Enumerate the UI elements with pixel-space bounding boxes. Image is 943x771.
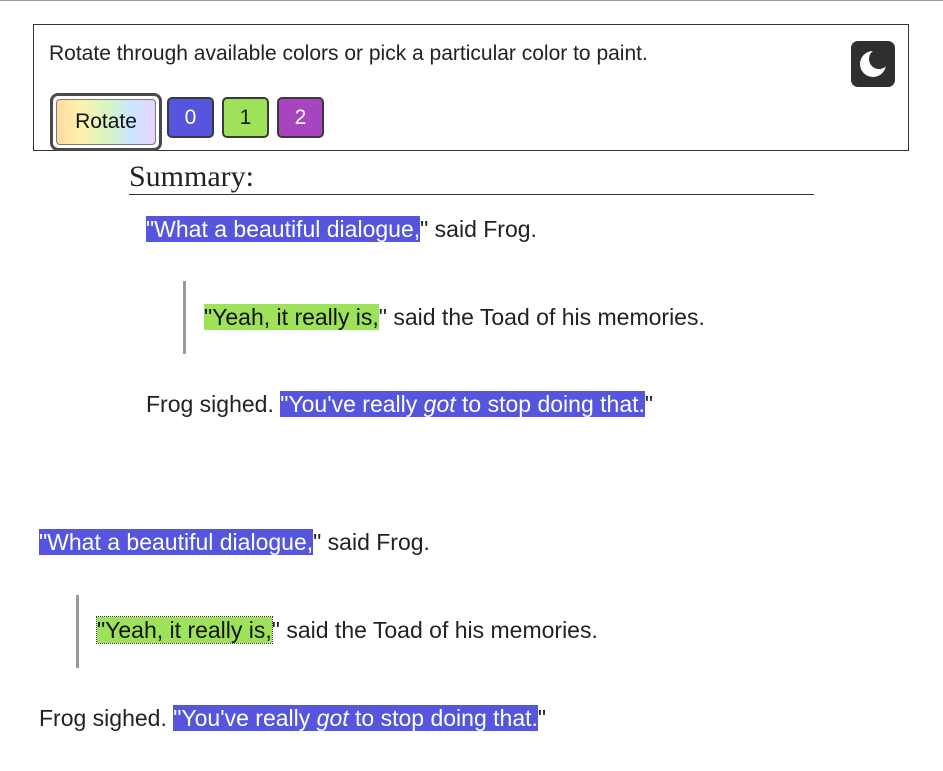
emphasis-text: got [423, 391, 456, 417]
blockquote-bar [183, 281, 186, 354]
summary-dialogue-line-1: "What a beautiful dialogue," said Frog. [146, 216, 537, 243]
dialogue-text: " [644, 391, 654, 417]
body-dialogue-line-3: Frog sighed. "You've really got to stop … [39, 705, 546, 732]
dialogue-text: " said the Toad of his memories. [378, 304, 705, 330]
dialogue-text: " said the Toad of his memories. [271, 617, 598, 643]
summary-dialogue-line-3: Frog sighed. "You've really got to stop … [146, 391, 653, 418]
dialogue-text: " said Frog. [420, 216, 537, 242]
blockquote-bar [76, 595, 79, 668]
dialogue-text: " [537, 705, 547, 731]
summary-dialogue-line-2: "Yeah, it really is," said the Toad of h… [204, 304, 705, 331]
highlight-green-focused[interactable]: "Yeah, it really is, [96, 616, 273, 644]
emphasis-text: got [316, 705, 349, 731]
top-divider [0, 0, 943, 1]
body-dialogue-line-1: "What a beautiful dialogue," said Frog. [39, 529, 430, 556]
highlight-green[interactable]: "Yeah, it really is, [204, 304, 379, 330]
body-dialogue-line-2: "Yeah, it really is," said the Toad of h… [96, 616, 598, 644]
moon-icon [860, 49, 888, 77]
dialogue-text: Frog sighed. [39, 705, 174, 731]
theme-toggle-button[interactable] [851, 41, 895, 87]
highlight-blue[interactable]: "You've really got to stop doing that. [173, 705, 538, 731]
paint-toolbar: Rotate through available colors or pick … [33, 24, 909, 151]
dialogue-text: Frog sighed. [146, 391, 281, 417]
rotate-button-label: Rotate [56, 99, 156, 145]
quote-text: "You've really [280, 391, 424, 417]
quote-text: to stop doing that. [455, 391, 645, 417]
summary-heading: Summary: [129, 160, 814, 195]
color-2-button[interactable]: 2 [277, 97, 324, 138]
quote-text: to stop doing that. [348, 705, 538, 731]
highlight-blue[interactable]: "You've really got to stop doing that. [280, 391, 645, 417]
highlight-blue[interactable]: "What a beautiful dialogue, [39, 529, 314, 555]
quote-text: "You've really [173, 705, 317, 731]
rotate-button[interactable]: Rotate [50, 93, 162, 151]
color-0-button[interactable]: 0 [167, 97, 214, 138]
dialogue-text: " said Frog. [313, 529, 430, 555]
highlight-blue[interactable]: "What a beautiful dialogue, [146, 216, 421, 242]
color-1-button[interactable]: 1 [222, 97, 269, 138]
toolbar-instructions: Rotate through available colors or pick … [49, 42, 648, 65]
